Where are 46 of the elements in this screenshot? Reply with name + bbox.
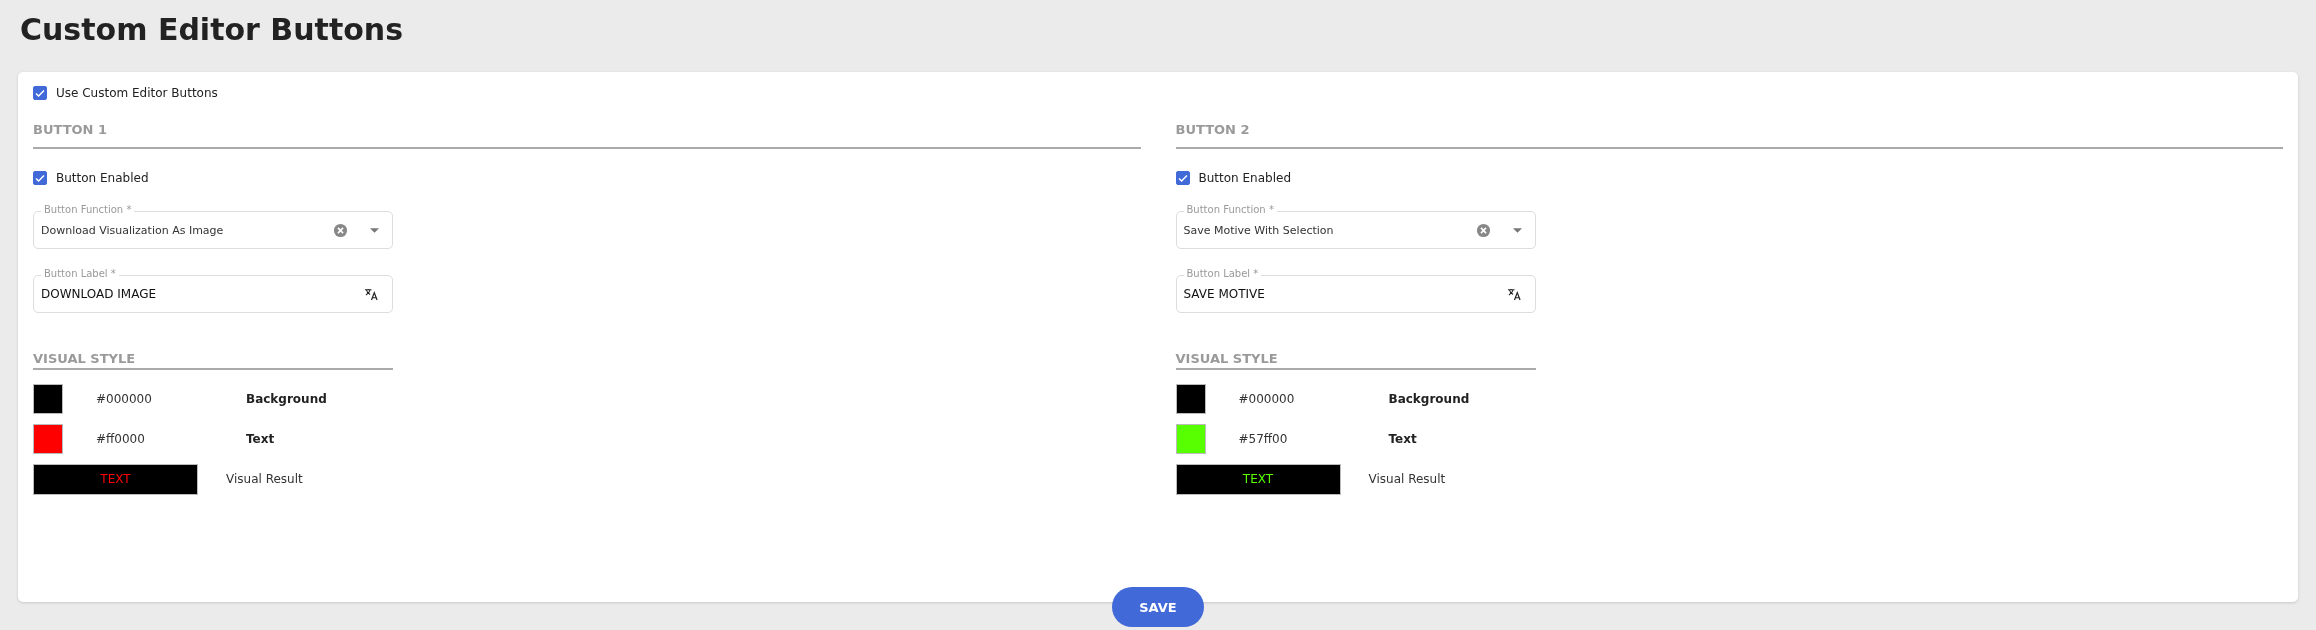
section-heading: BUTTON 1: [33, 122, 1141, 149]
clear-icon[interactable]: [1475, 222, 1491, 238]
field-value: Save Motive With Selection: [1183, 223, 1335, 237]
result-label: Visual Result: [1368, 472, 1446, 486]
color-value: #57ff00: [1238, 432, 1289, 446]
color-swatch[interactable]: [1175, 424, 1206, 454]
field-label: Button Label *: [41, 268, 119, 279]
color-label: Text: [246, 432, 275, 446]
color-label: Background: [1388, 392, 1470, 406]
color-swatch[interactable]: [1175, 384, 1206, 414]
section-heading: BUTTON 2: [1175, 122, 2283, 149]
color-swatch[interactable]: [33, 384, 63, 414]
result-preview: TEXT: [33, 463, 198, 495]
color-label: Text: [1388, 432, 1417, 446]
field-value: DOWNLOAD IMAGE: [41, 287, 158, 301]
section-heading: VISUAL STYLE: [33, 351, 393, 370]
checkbox-label: Button Enabled: [1198, 171, 1291, 185]
translate-icon[interactable]: [1506, 287, 1522, 301]
field-label: Button Function *: [1183, 204, 1277, 215]
label-input[interactable]: Button Label * SAVE MOTIVE: [1175, 267, 1536, 313]
translate-icon[interactable]: [364, 287, 379, 301]
section-heading: VISUAL STYLE: [1175, 351, 1536, 370]
result-label: Visual Result: [226, 472, 303, 486]
clear-icon[interactable]: [333, 222, 348, 238]
caret-icon[interactable]: [370, 227, 379, 233]
color-value: #000000: [96, 392, 153, 406]
page-title: Custom Editor Buttons: [19, 11, 405, 49]
function-select[interactable]: Button Function * Download Visualization As Image: [33, 203, 393, 249]
field-value: SAVE MOTIVE: [1183, 287, 1266, 301]
color-swatch[interactable]: [33, 424, 63, 454]
checkbox-label: Button Enabled: [56, 171, 149, 185]
color-value: #000000: [1238, 392, 1296, 406]
checkbox-label: Use Custom Editor Buttons: [56, 86, 218, 100]
save-button[interactable]: SAVE: [1112, 587, 1204, 627]
checkbox[interactable]: [1175, 171, 1190, 185]
field-label: Button Function *: [41, 204, 135, 215]
color-label: Background: [246, 392, 327, 406]
color-value: #ff0000: [96, 432, 146, 446]
checkbox[interactable]: [33, 171, 47, 185]
result-preview: TEXT: [1175, 463, 1341, 495]
checkbox[interactable]: [33, 86, 47, 100]
function-select[interactable]: Button Function * Save Motive With Selection: [1175, 203, 1536, 249]
field-label: Button Label *: [1183, 268, 1262, 279]
label-input[interactable]: Button Label * DOWNLOAD IMAGE: [33, 267, 393, 313]
field-value: Download Visualization As Image: [41, 223, 225, 237]
caret-icon[interactable]: [1512, 227, 1522, 233]
